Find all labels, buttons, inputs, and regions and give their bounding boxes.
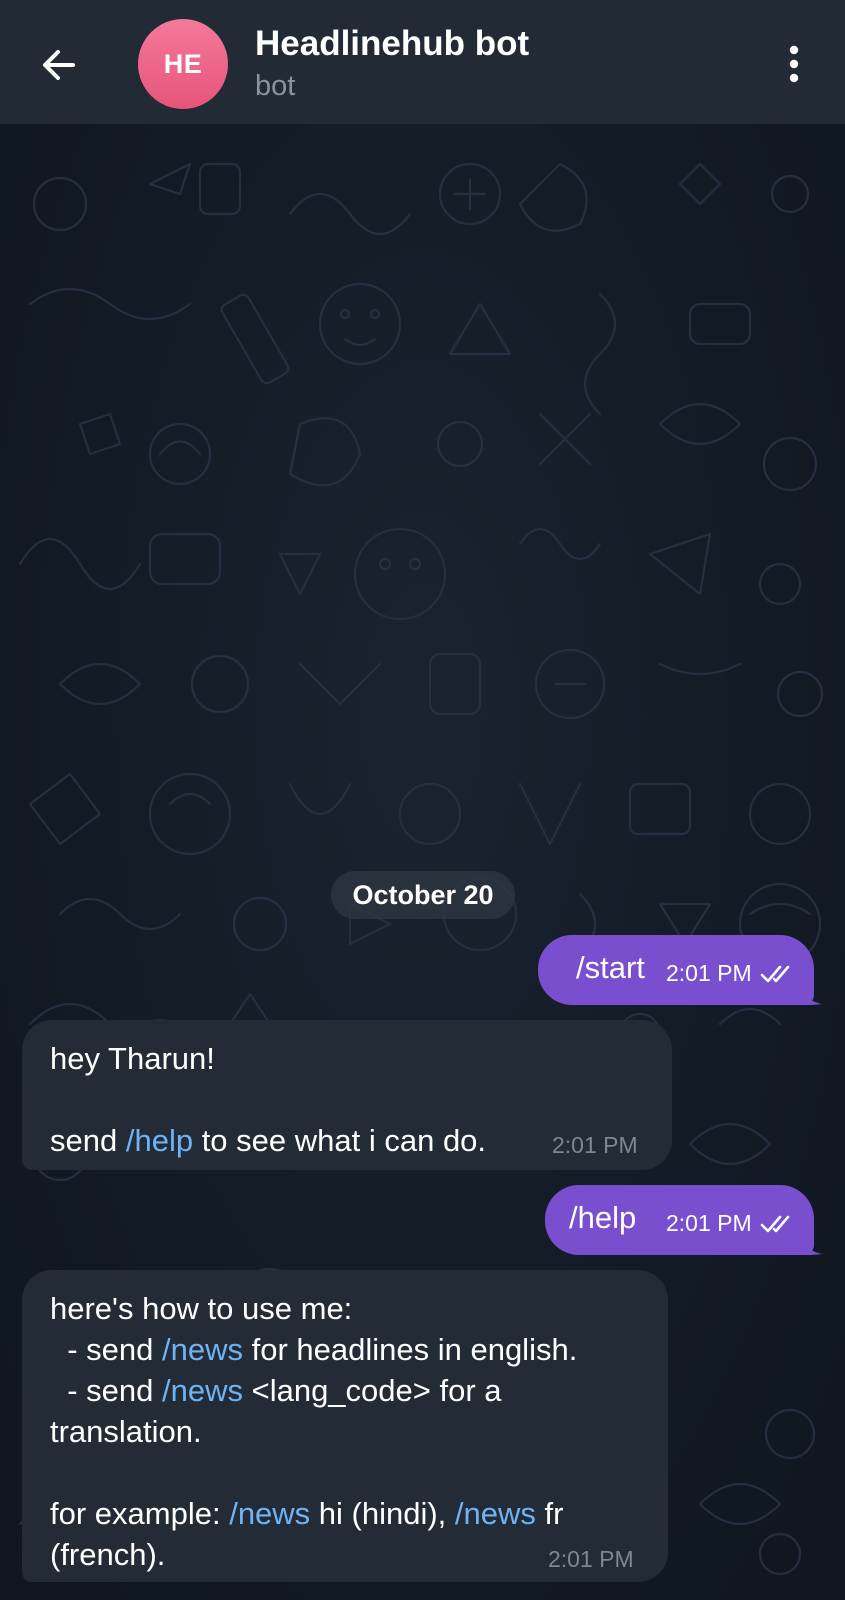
message-text: /start [576, 950, 645, 985]
message-line: here's how to use me: [50, 1291, 353, 1326]
message-time: 2:01 PM [666, 1210, 752, 1236]
back-button[interactable] [34, 40, 84, 90]
message-meta: 2:01 PM [666, 1210, 796, 1237]
chat-screen: HE Headlinehub bot bot October 20 /start… [0, 0, 845, 1600]
bot-command-link[interactable]: /news [162, 1373, 243, 1408]
message-time: 2:01 PM [552, 1132, 638, 1158]
avatar[interactable]: HE [138, 19, 228, 109]
double-check-icon [760, 1215, 789, 1232]
bot-command-link[interactable]: /news [455, 1496, 536, 1531]
incoming-message[interactable]: hey Tharun! send /help to see what i can… [22, 1020, 672, 1170]
outgoing-message[interactable]: /start 2:01 PM [538, 935, 814, 1005]
bot-command-link[interactable]: /news [229, 1496, 310, 1531]
chat-subtitle: bot [255, 70, 296, 102]
message-time: 2:01 PM [666, 960, 752, 986]
message-line: hey Tharun! [50, 1041, 215, 1076]
message-line-prefix: - send [50, 1373, 162, 1408]
message-text: - send /news <lang_code> for a [50, 1370, 502, 1411]
message-text: hey Tharun! [50, 1038, 215, 1079]
incoming-message[interactable]: here's how to use me: - send /news for h… [22, 1270, 668, 1582]
message-line-prefix: send [50, 1123, 126, 1158]
message-line-suffix: <lang_code> for a [242, 1373, 502, 1408]
message-text: /help [569, 1200, 637, 1235]
message-text: here's how to use me: [50, 1288, 352, 1329]
message-line: translation. [50, 1414, 202, 1449]
message-text: send /help to see what i can do. [50, 1120, 486, 1161]
more-vertical-icon [789, 45, 799, 83]
avatar-initials: HE [163, 48, 203, 79]
message-text: translation. [50, 1411, 202, 1452]
message-line-prefix: - send [50, 1332, 162, 1367]
message-line-suffix: fr [535, 1496, 564, 1531]
message-line-suffix: to see what i can do. [193, 1123, 487, 1158]
bot-command-link[interactable]: /news [162, 1332, 243, 1367]
outgoing-message[interactable]: /help 2:01 PM [545, 1185, 814, 1255]
message-time: 2:01 PM [548, 1546, 634, 1572]
message-line-prefix: for example: [50, 1496, 230, 1531]
message-text: for example: /news hi (hindi), /news fr [50, 1493, 563, 1534]
double-check-icon [760, 965, 789, 982]
arrow-left-icon [43, 50, 75, 80]
message-meta: 2:01 PM [666, 960, 796, 987]
date-separator: October 20 [331, 871, 515, 919]
message-line-middle: hi (hindi), [310, 1496, 455, 1531]
chat-title: Headlinehub bot [255, 24, 530, 63]
chat-title-block[interactable]: Headlinehub bot bot [255, 24, 529, 104]
chat-header: HE Headlinehub bot bot [0, 0, 845, 124]
message-text: (french). [50, 1534, 165, 1575]
message-text: - send /news for headlines in english. [50, 1329, 577, 1370]
more-menu-button[interactable] [772, 42, 816, 86]
bot-command-link[interactable]: /help [126, 1123, 193, 1158]
message-line-suffix: for headlines in english. [242, 1332, 578, 1367]
message-line: (french). [50, 1537, 166, 1572]
